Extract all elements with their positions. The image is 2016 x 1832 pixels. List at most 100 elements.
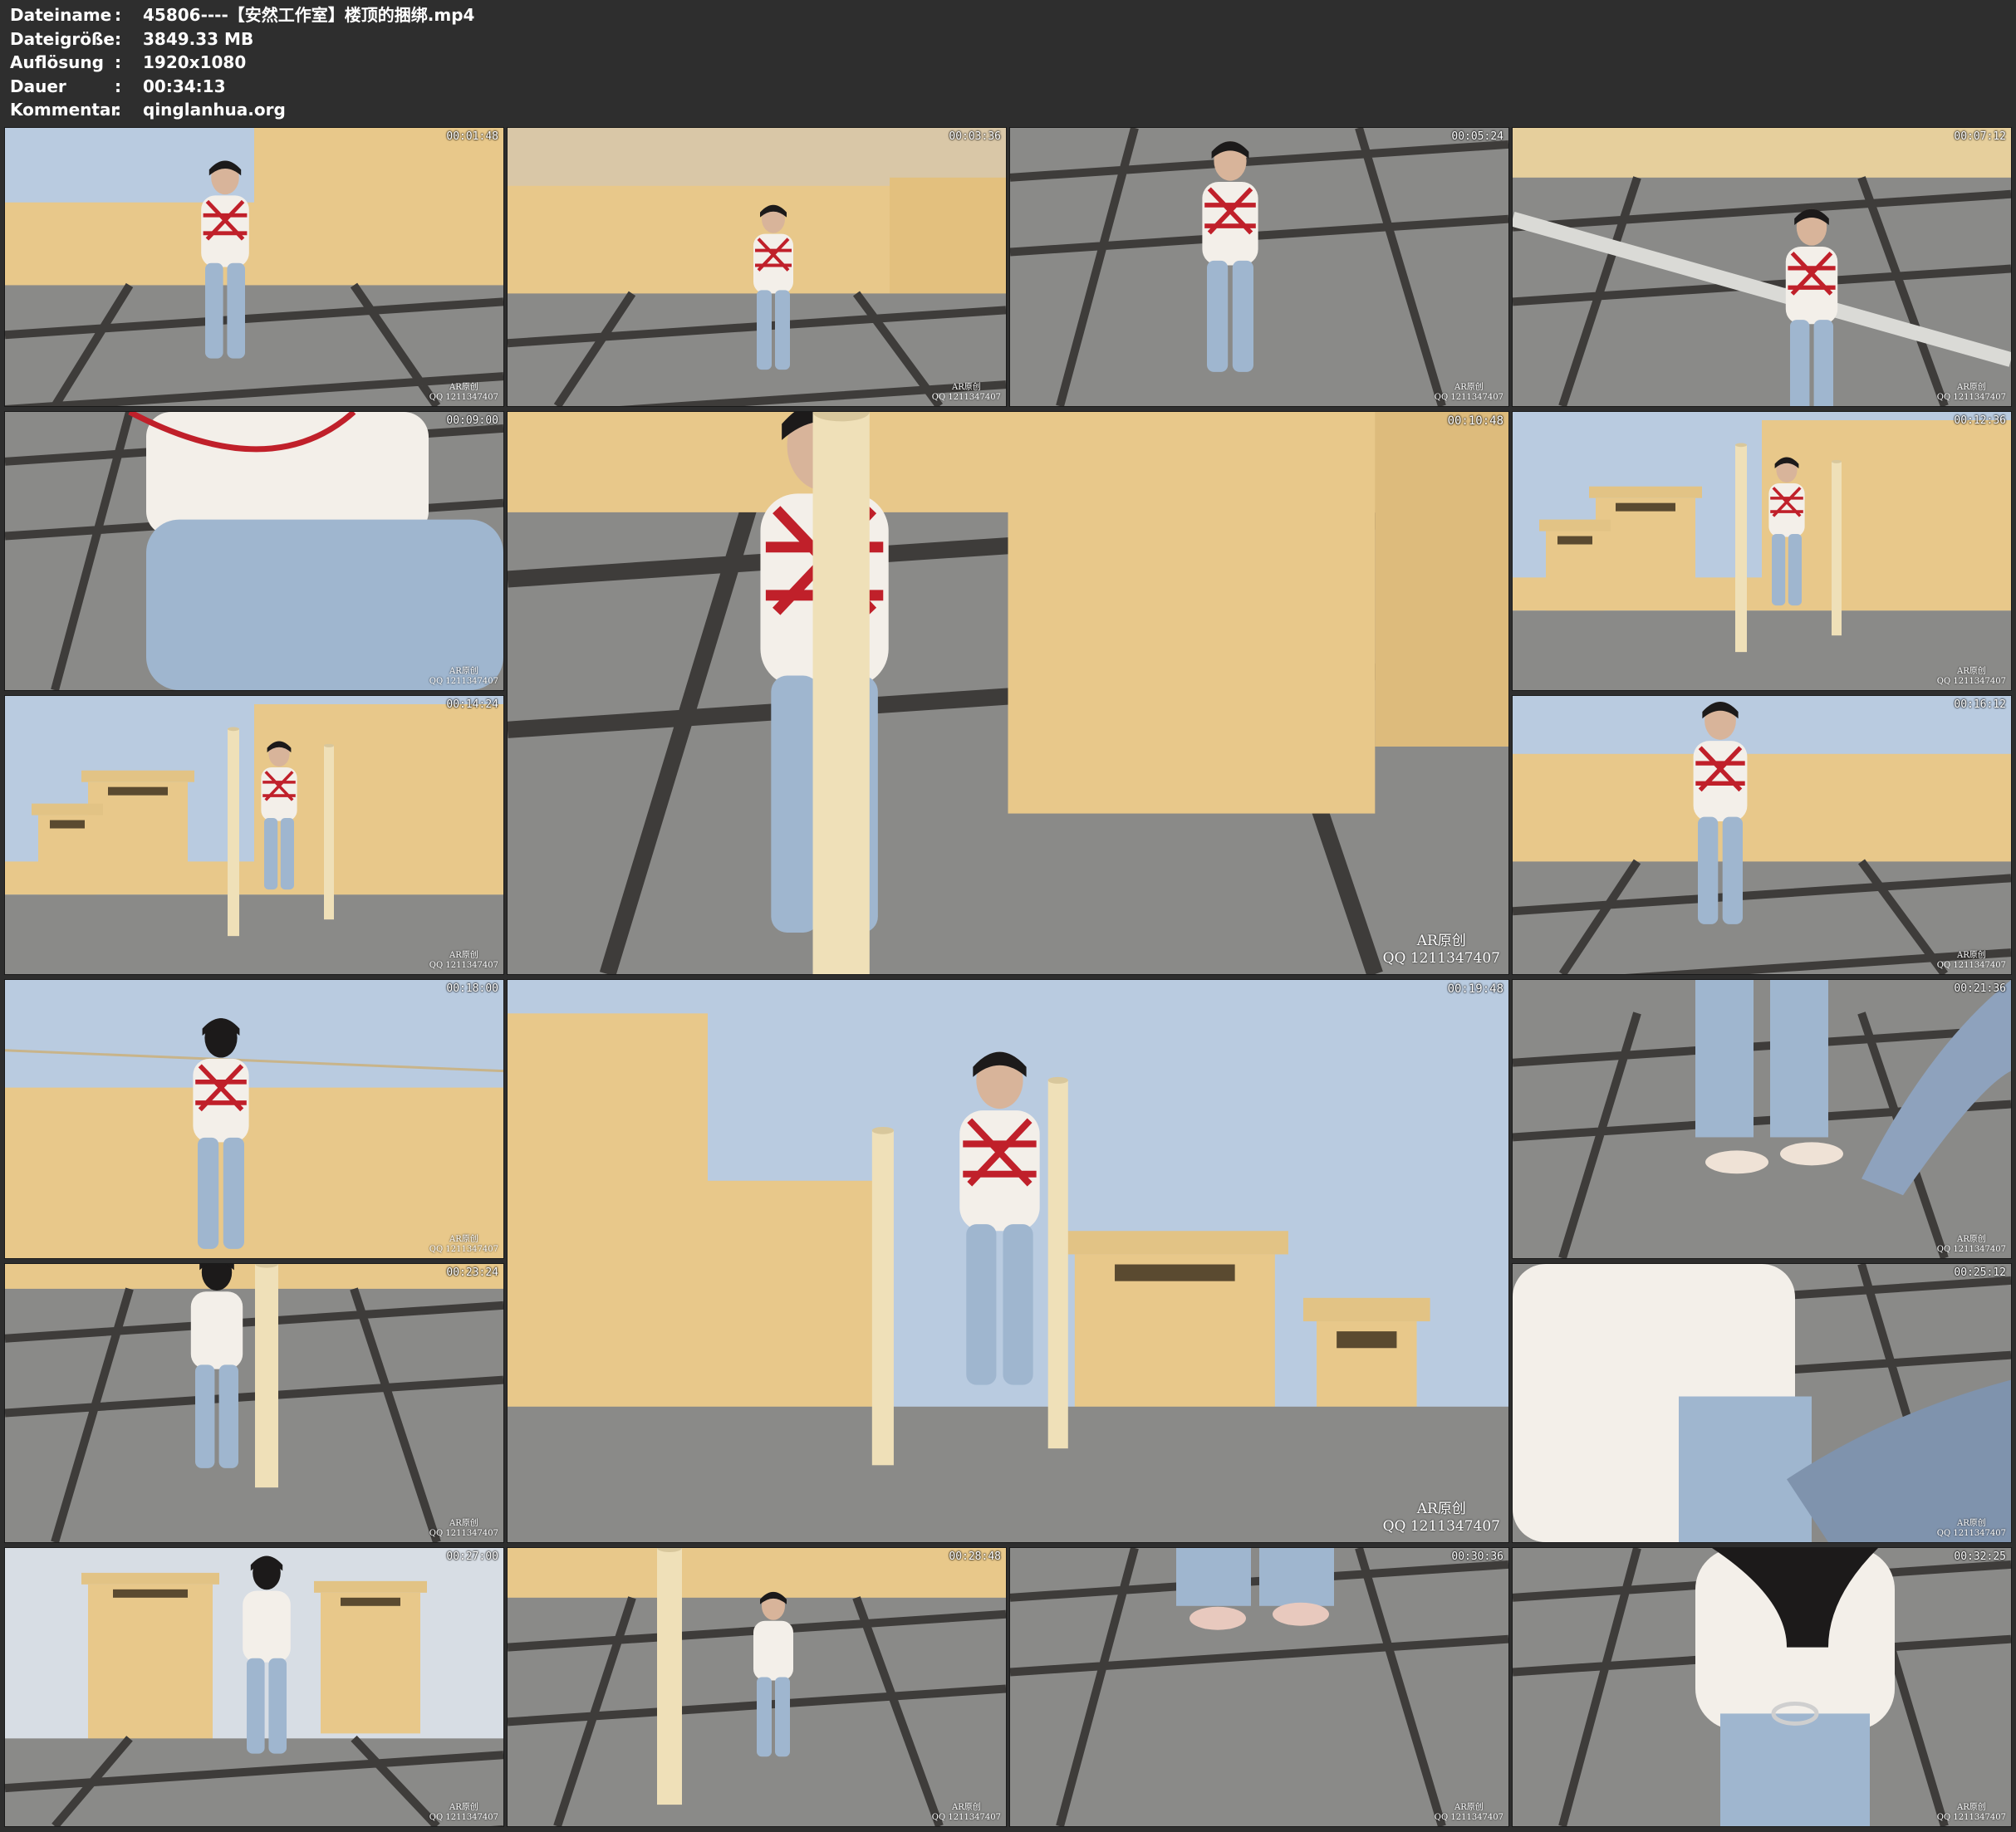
watermark-line1: AR原创 xyxy=(1957,1235,1986,1244)
watermark: AR原创 QQ 1211347407 xyxy=(1937,951,2006,971)
frame-timestamp: 00:21:36 xyxy=(1954,982,2006,995)
watermark-line2: QQ 1211347407 xyxy=(1936,1813,2006,1822)
frame-timestamp: 00:07:12 xyxy=(1954,130,2006,143)
frame-timestamp: 00:12:36 xyxy=(1954,414,2006,427)
watermark: AR原创 QQ 1211347407 xyxy=(429,667,498,687)
watermark-line1: AR原创 xyxy=(449,667,478,676)
watermark: AR原创 QQ 1211347407 xyxy=(1937,1235,2006,1255)
watermark: AR原创 QQ 1211347407 xyxy=(429,1235,498,1255)
frame-image xyxy=(1513,128,2011,406)
frame-timestamp: 00:14:24 xyxy=(446,698,498,711)
watermark: AR原创 QQ 1211347407 xyxy=(429,951,498,971)
watermark-line2: QQ 1211347407 xyxy=(429,677,498,686)
watermark: AR原创 QQ 1211347407 xyxy=(429,1519,498,1539)
watermark-line2: QQ 1211347407 xyxy=(1936,1245,2006,1254)
video-frame-thumbnail: 00:18:00 AR原创 QQ 1211347407 xyxy=(4,979,504,1259)
frame-image xyxy=(508,128,1006,406)
frame-image xyxy=(508,412,1508,974)
watermark: AR原创 QQ 1211347407 xyxy=(1937,383,2006,403)
frame-timestamp: 00:27:00 xyxy=(446,1550,498,1563)
frame-image xyxy=(508,980,1508,1542)
video-frame-thumbnail: 00:14:24 AR原创 QQ 1211347407 xyxy=(4,695,504,975)
watermark-line1: AR原创 xyxy=(1416,1501,1466,1517)
frame-image xyxy=(5,1548,503,1826)
video-frame-thumbnail: 00:01:48 AR原创 QQ 1211347407 xyxy=(4,127,504,407)
frame-timestamp: 00:03:36 xyxy=(949,130,1001,143)
frame-image xyxy=(508,1548,1006,1826)
frame-image xyxy=(5,128,503,406)
watermark: AR原创 QQ 1211347407 xyxy=(1435,1803,1503,1823)
video-frame-thumbnail: 00:12:36 AR原创 QQ 1211347407 xyxy=(1512,411,2012,691)
watermark-line2: QQ 1211347407 xyxy=(1434,393,1503,402)
watermark-line2: QQ 1211347407 xyxy=(429,1813,498,1822)
video-frame-thumbnail: 00:07:12 AR原创 QQ 1211347407 xyxy=(1512,127,2012,407)
watermark-line1: AR原创 xyxy=(1454,1803,1484,1812)
frame-timestamp: 00:25:12 xyxy=(1954,1266,2006,1279)
watermark-line1: AR原创 xyxy=(449,383,478,392)
video-frame-thumbnail: 00:21:36 AR原创 QQ 1211347407 xyxy=(1512,979,2012,1259)
video-frame-thumbnail: 00:25:12 AR原创 QQ 1211347407 xyxy=(1512,1263,2012,1543)
watermark-line1: AR原创 xyxy=(1416,933,1466,949)
watermark: AR原创 QQ 1211347407 xyxy=(429,383,498,403)
video-frame-thumbnail: 00:05:24 AR原创 QQ 1211347407 xyxy=(1009,127,1509,407)
video-frame-thumbnail: 00:32:25 AR原创 QQ 1211347407 xyxy=(1512,1547,2012,1827)
frame-image xyxy=(1513,980,2011,1258)
frame-image xyxy=(1513,1548,2011,1826)
watermark: AR原创 QQ 1211347407 xyxy=(1937,1803,2006,1823)
video-frame-thumbnail: 00:23:24 AR原创 QQ 1211347407 xyxy=(4,1263,504,1543)
frame-timestamp: 00:05:24 xyxy=(1451,130,1503,143)
watermark-line1: AR原创 xyxy=(1957,1519,1986,1528)
watermark-line2: QQ 1211347407 xyxy=(931,393,1001,402)
frame-image xyxy=(5,696,503,974)
watermark-line1: AR原创 xyxy=(1957,667,1986,676)
watermark-line1: AR原创 xyxy=(952,383,981,392)
frame-image xyxy=(1513,412,2011,690)
video-frame-thumbnail: 00:27:00 AR原创 QQ 1211347407 xyxy=(4,1547,504,1827)
watermark: AR原创 QQ 1211347407 xyxy=(932,1803,1001,1823)
watermark: AR原创 QQ 1211347407 xyxy=(1383,1501,1500,1536)
frame-image xyxy=(1010,1548,1508,1826)
frame-timestamp: 00:32:25 xyxy=(1954,1550,2006,1563)
watermark: AR原创 QQ 1211347407 xyxy=(1937,1519,2006,1539)
watermark-line1: AR原创 xyxy=(449,951,478,960)
frame-timestamp: 00:18:00 xyxy=(446,982,498,995)
watermark-line1: AR原创 xyxy=(1957,383,1986,392)
watermark-line2: QQ 1211347407 xyxy=(1434,1813,1503,1822)
frame-timestamp: 00:19:48 xyxy=(1447,982,1503,996)
watermark-line1: AR原创 xyxy=(1957,951,1986,960)
watermark-line2: QQ 1211347407 xyxy=(1936,677,2006,686)
watermark-line2: QQ 1211347407 xyxy=(429,961,498,970)
watermark: AR原创 QQ 1211347407 xyxy=(1937,667,2006,687)
frame-image xyxy=(1513,696,2011,974)
watermark: AR原创 QQ 1211347407 xyxy=(1435,383,1503,403)
video-frame-thumbnail: 00:30:36 AR原创 QQ 1211347407 xyxy=(1009,1547,1509,1827)
frame-image xyxy=(5,412,503,690)
frame-timestamp: 00:01:48 xyxy=(446,130,498,143)
watermark-line2: QQ 1211347407 xyxy=(931,1813,1001,1822)
frame-image xyxy=(1010,128,1508,406)
watermark-line2: QQ 1211347407 xyxy=(429,1245,498,1254)
watermark-line1: AR原创 xyxy=(449,1235,478,1244)
watermark: AR原创 QQ 1211347407 xyxy=(932,383,1001,403)
watermark: AR原创 QQ 1211347407 xyxy=(429,1803,498,1823)
watermark-line1: AR原创 xyxy=(449,1519,478,1528)
watermark-line1: AR原创 xyxy=(952,1803,981,1812)
watermark-line2: QQ 1211347407 xyxy=(1382,1518,1500,1535)
watermark-line2: QQ 1211347407 xyxy=(429,1529,498,1538)
video-frame-thumbnail: 00:16:12 AR原创 QQ 1211347407 xyxy=(1512,695,2012,975)
frame-timestamp: 00:16:12 xyxy=(1954,698,2006,711)
watermark-line2: QQ 1211347407 xyxy=(1936,1529,2006,1538)
watermark-line2: QQ 1211347407 xyxy=(1936,393,2006,402)
video-frame-thumbnail: 00:03:36 AR原创 QQ 1211347407 xyxy=(507,127,1007,407)
watermark-line1: AR原创 xyxy=(449,1803,478,1812)
frame-timestamp: 00:23:24 xyxy=(446,1266,498,1279)
video-frame-thumbnail: 00:10:48 AR原创 QQ 1211347407 xyxy=(507,411,1509,975)
watermark-line1: AR原创 xyxy=(1454,383,1484,392)
thumbnail-grid: 00:01:48 AR原创 QQ 1211347407 00:03:36 AR原创 QQ… xyxy=(0,0,2016,1832)
frame-timestamp: 00:09:00 xyxy=(446,414,498,427)
watermark-line2: QQ 1211347407 xyxy=(1936,961,2006,970)
frame-timestamp: 00:30:36 xyxy=(1451,1550,1503,1563)
watermark: AR原创 QQ 1211347407 xyxy=(1383,933,1500,967)
frame-timestamp: 00:10:48 xyxy=(1447,414,1503,428)
frame-timestamp: 00:28:48 xyxy=(949,1550,1001,1563)
